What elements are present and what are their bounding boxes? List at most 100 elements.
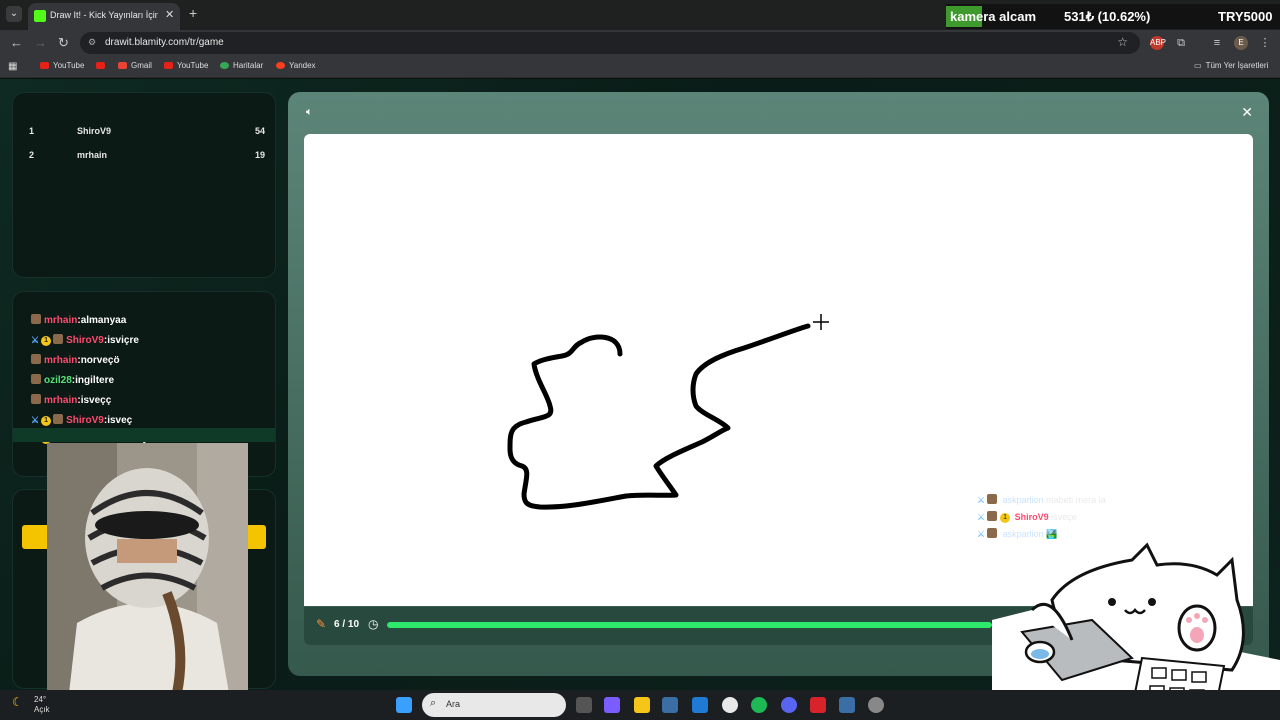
- url-field[interactable]: ⚙ drawit.blamity.com/tr/game ☆: [80, 32, 1140, 54]
- weather-desc: Açık: [34, 705, 50, 714]
- tab-strip: ⌄ Draw It! - Kick Yayınları İçin Çizim ✕…: [0, 0, 1280, 30]
- folder-icon: ▭: [1194, 61, 1202, 70]
- bookmark-gmail[interactable]: Gmail: [118, 61, 152, 70]
- overlay-chat-line: ⚔ 1 ShiroV9 isveçe: [977, 511, 1077, 523]
- chat-text: almanyaa: [80, 315, 127, 326]
- drawing-canvas[interactable]: [304, 134, 1253, 606]
- speaker-icon[interactable]: 🔈︎: [306, 106, 313, 119]
- stopwatch-icon: ◷: [368, 617, 379, 631]
- user-avatar-icon: [53, 414, 64, 424]
- youtube-icon: [96, 62, 105, 69]
- file-explorer-icon[interactable]: [634, 697, 650, 713]
- score-name: ShiroV9: [77, 126, 112, 136]
- pencil-icon: ✎: [316, 617, 327, 631]
- app-blue-icon[interactable]: [839, 697, 855, 713]
- screen: ⌄ Draw It! - Kick Yayınları İçin Çizim ✕…: [0, 0, 1280, 720]
- yandex-icon: [276, 62, 285, 69]
- chat-message: ⚔ 1 ShiroV9:isviçre: [31, 334, 139, 346]
- reload-icon[interactable]: ↻: [58, 35, 69, 51]
- task-view-icon[interactable]: [576, 697, 592, 713]
- gmail-icon: [118, 62, 127, 69]
- taskbar-search[interactable]: ⌕ Ara: [422, 693, 566, 717]
- chat-highlight: [13, 428, 275, 442]
- discord-icon[interactable]: [781, 697, 797, 713]
- weather-temp: 24°: [34, 695, 47, 704]
- media-controls-icon[interactable]: ≡: [1210, 36, 1224, 50]
- app-red-icon[interactable]: [810, 697, 826, 713]
- user-avatar-icon: [53, 334, 64, 344]
- bookmark-star-icon[interactable]: ☆: [1117, 35, 1128, 49]
- youtube-icon: [164, 62, 173, 69]
- all-bookmarks[interactable]: ▭ Tüm Yer İşaretleri: [1194, 61, 1268, 70]
- moderator-icon: ⚔: [31, 415, 40, 425]
- crosshair-cursor-icon: [813, 314, 829, 330]
- profile-avatar[interactable]: E: [1234, 36, 1248, 50]
- tab-close-icon[interactable]: ✕: [165, 8, 174, 21]
- user-avatar-icon: [31, 314, 41, 324]
- browser-tab[interactable]: Draw It! - Kick Yayınları İçin Çizim ✕: [28, 3, 180, 30]
- moderator-icon: ⚔: [977, 529, 986, 539]
- settings-icon[interactable]: [868, 697, 884, 713]
- chat-text: ingiltere: [75, 375, 115, 386]
- chat-username[interactable]: mrhain: [44, 395, 77, 406]
- user-avatar-icon: [987, 494, 998, 504]
- chat-message: mrhain:isveçç: [31, 394, 111, 410]
- address-bar: ← → ↻ ⚙ drawit.blamity.com/tr/game ☆ ABP…: [0, 30, 1280, 56]
- score-rank: 2: [29, 150, 35, 160]
- bookmark-youtube-blank[interactable]: [96, 61, 109, 70]
- score-rank: 1: [29, 126, 35, 136]
- subscriber-badge-icon: 1: [1000, 513, 1011, 523]
- maps-pin-icon: [220, 62, 229, 69]
- back-icon[interactable]: ←: [10, 35, 23, 50]
- round-counter: 6 / 10: [334, 619, 360, 630]
- bookmark-maps[interactable]: Haritalar: [220, 61, 263, 70]
- chat-username[interactable]: ShiroV9: [66, 415, 104, 426]
- copilot-icon[interactable]: [604, 697, 620, 713]
- score-points: 19: [254, 150, 265, 160]
- search-placeholder: Ara: [446, 699, 461, 709]
- webcam-overlay: [47, 443, 248, 711]
- chat-text: norveçö: [80, 355, 120, 366]
- extensions-icon[interactable]: ⧉: [1174, 36, 1188, 50]
- chat-message: mrhain:norveçö: [31, 354, 120, 370]
- timer-bar-fill: [387, 622, 992, 628]
- close-icon[interactable]: ✕: [1241, 104, 1253, 121]
- youtube-icon: [40, 62, 49, 69]
- adblock-icon[interactable]: ABP: [1150, 36, 1166, 50]
- mail-icon[interactable]: [692, 697, 708, 713]
- apps-grid-icon[interactable]: ▦: [8, 61, 17, 72]
- forward-icon[interactable]: →: [34, 35, 47, 50]
- search-icon: ⌕: [430, 697, 437, 709]
- chat-message: ozil28:ingiltere: [31, 374, 114, 390]
- tab-title: Draw It! - Kick Yayınları İçin Çizim: [50, 10, 158, 20]
- moderator-icon: ⚔: [977, 512, 986, 522]
- chat-text: isveçç: [80, 395, 112, 406]
- bookmark-youtube-1[interactable]: YouTube: [40, 61, 84, 70]
- chat-text: isveç: [107, 415, 133, 426]
- user-avatar-icon: [31, 394, 41, 404]
- drawing-strokes: [507, 314, 829, 510]
- goal-amount: 531₺ (10.62%): [1064, 9, 1151, 24]
- spotify-icon[interactable]: [751, 697, 767, 713]
- bookmarks-bar: ▦ YouTube Gmail YouTube Haritalar Yandex…: [0, 56, 1280, 78]
- user-avatar-icon: [987, 511, 998, 521]
- tab-search-icon[interactable]: ⌄: [6, 6, 22, 22]
- goal-label: kamera alcam: [950, 9, 1037, 24]
- site-info-icon[interactable]: ⚙: [88, 37, 96, 48]
- chat-username[interactable]: ShiroV9: [66, 335, 104, 346]
- chat-username[interactable]: mrhain: [44, 315, 77, 326]
- chat-username[interactable]: mrhain: [44, 355, 77, 366]
- windows-start-icon[interactable]: [396, 697, 412, 713]
- url-text: drawit.blamity.com/tr/game: [105, 37, 224, 48]
- chat-username[interactable]: ozil28: [44, 375, 72, 386]
- moderator-icon: ⚔: [31, 335, 40, 345]
- chat-text: isviçre: [107, 335, 139, 346]
- bookmark-yandex[interactable]: Yandex: [276, 61, 316, 70]
- store-icon[interactable]: [662, 697, 678, 713]
- new-tab-icon[interactable]: +: [189, 5, 197, 21]
- subscriber-badge-icon: 1: [41, 336, 52, 346]
- chrome-icon[interactable]: [722, 697, 738, 713]
- bookmark-youtube-2[interactable]: YouTube: [164, 61, 208, 70]
- menu-dots-icon[interactable]: ⋮: [1258, 36, 1272, 50]
- user-avatar-icon: [987, 528, 998, 538]
